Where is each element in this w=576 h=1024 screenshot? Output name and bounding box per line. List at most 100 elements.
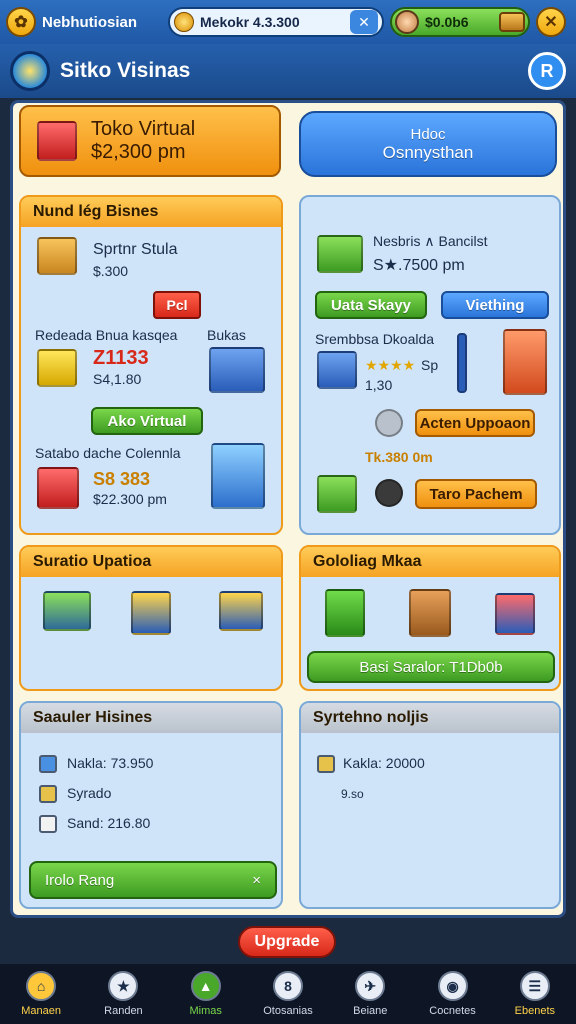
- vending-machine-icon: [503, 329, 547, 395]
- chart-icon: ▲: [190, 971, 221, 1001]
- history-row2: Syrado: [67, 785, 112, 801]
- yellow-crate-icon: [37, 349, 77, 387]
- item2-side: Bukas: [207, 327, 246, 343]
- promo-title: Toko Virtual: [91, 118, 196, 140]
- upgrade-label: Upgrade: [254, 933, 320, 950]
- nav-label: Cocnetes: [429, 1005, 476, 1017]
- money-value: $0.0b6: [425, 14, 469, 30]
- logo-icon: [10, 51, 50, 91]
- settings-button[interactable]: ✿: [6, 7, 36, 37]
- ako-virtual-button[interactable]: Ako Virtual: [91, 407, 203, 435]
- robot-icon: [375, 479, 403, 507]
- item1-price: $.300: [93, 263, 129, 279]
- nav-label: Manaen: [21, 1005, 62, 1017]
- basi-saralor-button[interactable]: Basi Saralor: T1Db0b: [307, 651, 555, 683]
- shop-items-panel: Nesbris ∧ Bancilst S★.7500 pm Uata Skayy…: [299, 195, 561, 535]
- info-icon: [39, 755, 57, 773]
- list-icon: ☰: [519, 971, 550, 1001]
- gift-box-icon[interactable]: [495, 593, 535, 635]
- green-book-icon[interactable]: [325, 589, 365, 637]
- tablet-icon[interactable]: [131, 591, 171, 635]
- nav-item-otosanias[interactable]: 8 Otosanias: [252, 971, 324, 1017]
- search-field[interactable]: Mekokr 4.3.300 ✕: [168, 7, 384, 37]
- money-counter[interactable]: $0.0b6: [390, 7, 530, 37]
- pcl-tag-label: Pcl: [166, 297, 188, 313]
- profile-button[interactable]: R: [528, 52, 566, 90]
- promo-amount: $2,300 pm: [91, 141, 186, 163]
- satellite-dish-icon: [375, 409, 403, 437]
- shop-stand-icon: [209, 347, 265, 393]
- search-tool-button[interactable]: ✕: [350, 10, 378, 34]
- promo-text: Toko Virtual $2,300 pm: [91, 118, 195, 164]
- nav-item-cocnetes[interactable]: ◉ Cocnetes: [417, 971, 489, 1017]
- item2-title: Redeada Bnua kasqea: [35, 327, 178, 343]
- basi-saralor-label: Basi Saralor: T1Db0b: [359, 658, 503, 676]
- item2-value: Z1133: [93, 347, 149, 369]
- nav-item-mimas[interactable]: ▲ Mimas: [170, 971, 242, 1017]
- upgrade-shop-button[interactable]: Hdoc Osnnysthan: [299, 111, 557, 177]
- system-panel-title: Syrtehno noljis: [301, 703, 559, 733]
- right-item2-rating: Sp: [421, 357, 439, 373]
- nav-label: Otosanias: [263, 1005, 313, 1017]
- nav-label: Mimas: [189, 1005, 222, 1017]
- eight-icon: 8: [272, 971, 303, 1001]
- close-button[interactable]: ✕: [536, 7, 566, 37]
- arcade-icon: [211, 443, 265, 509]
- right-item3-price: Tk.380 0m: [365, 449, 433, 465]
- note-icon: [317, 755, 335, 773]
- upgrades-panel: Suratio Upatioa: [19, 545, 283, 691]
- business-panel: Nund lég Bisnes Sprtnr Stula $.300 Pcl R…: [19, 195, 283, 535]
- blue-line2: Osnnysthan: [382, 142, 474, 162]
- nav-item-manaen[interactable]: ⌂ Manaen: [5, 971, 77, 1017]
- top-status-bar: ✿ Nebhutiosian Mekokr 4.3.300 ✕ $0.0b6 ✕: [0, 0, 576, 44]
- chest-icon[interactable]: [499, 12, 525, 32]
- viething-button[interactable]: Viething: [441, 291, 549, 319]
- uata-skayy-button[interactable]: Uata Skayy: [315, 291, 427, 319]
- star-icon: ★: [108, 971, 139, 1001]
- cart-icon: [317, 235, 363, 273]
- nav-item-beiane[interactable]: ✈ Beiane: [334, 971, 406, 1017]
- taro-pachem-button[interactable]: Taro Pachem: [415, 479, 537, 509]
- selling-panel: Gololiag Mkaa Basi Saralor: T1Db0b: [299, 545, 561, 691]
- viething-label: Viething: [465, 296, 525, 314]
- business-panel-title: Nund lég Bisnes: [21, 197, 281, 227]
- page-header: Sitko Visinas R: [0, 44, 576, 98]
- system-panel: Syrtehno noljis Kakla: 20000 9.so: [299, 701, 561, 909]
- nav-item-ebenets[interactable]: ☰ Ebenets: [499, 971, 571, 1017]
- history-row1: Nakla: 73.950: [67, 755, 154, 771]
- monitor-icon[interactable]: [219, 591, 263, 631]
- upgrades-panel-title: Suratio Upatioa: [21, 547, 281, 577]
- blue-line1: Hdoc: [410, 125, 446, 143]
- page-title: Sitko Visinas: [60, 59, 191, 82]
- nav-item-randen[interactable]: ★ Randen: [87, 971, 159, 1017]
- plane-icon: ✈: [355, 971, 386, 1001]
- nav-label: Ebenets: [514, 1005, 556, 1017]
- acten-uppoaon-button[interactable]: Acten Uppoaon: [415, 409, 535, 437]
- bottom-nav: ⌂ Manaen ★ Randen ▲ Mimas 8 Otosanias ✈ …: [0, 964, 576, 1024]
- house-icon: ⌂: [26, 971, 57, 1001]
- right-item2-title: Srembbsa Dkoalda: [315, 331, 435, 347]
- system-row2: 9.so: [341, 787, 364, 801]
- pcl-tag-button[interactable]: Pcl: [153, 291, 201, 319]
- right-item1-price: S★.7500 pm: [373, 257, 465, 274]
- green-crate-icon: [317, 475, 357, 513]
- toko-virtual-card[interactable]: Toko Virtual $2,300 pm: [19, 105, 281, 177]
- item3-price: $22.300 pm: [93, 491, 167, 507]
- item3-value: S8 383: [93, 469, 151, 489]
- camera-icon: ◉: [437, 971, 468, 1001]
- irolo-rang-bar[interactable]: Irolo Rang ×: [29, 861, 277, 899]
- close-icon[interactable]: ×: [252, 872, 261, 889]
- history-row3: Sand: 216.80: [67, 815, 151, 831]
- red-crate-icon: [37, 467, 79, 509]
- search-value: Mekokr 4.3.300: [200, 14, 300, 30]
- rating-stars: ★★★★: [365, 357, 416, 373]
- uata-skayy-label: Uata Skayy: [330, 296, 412, 314]
- wood-crate-icon[interactable]: [409, 589, 451, 637]
- right-item1-name: Nesbris ∧ Bancilst: [373, 233, 488, 249]
- history-panel-title: Saauler Hisines: [21, 703, 281, 733]
- history-panel: Saauler Hisines Nakla: 73.950 Syrado San…: [19, 701, 283, 909]
- taro-pachem-label: Taro Pachem: [429, 485, 523, 503]
- avatar: [395, 10, 419, 34]
- upgrade-button[interactable]: Upgrade: [238, 926, 336, 958]
- cash-register-icon[interactable]: [43, 591, 91, 631]
